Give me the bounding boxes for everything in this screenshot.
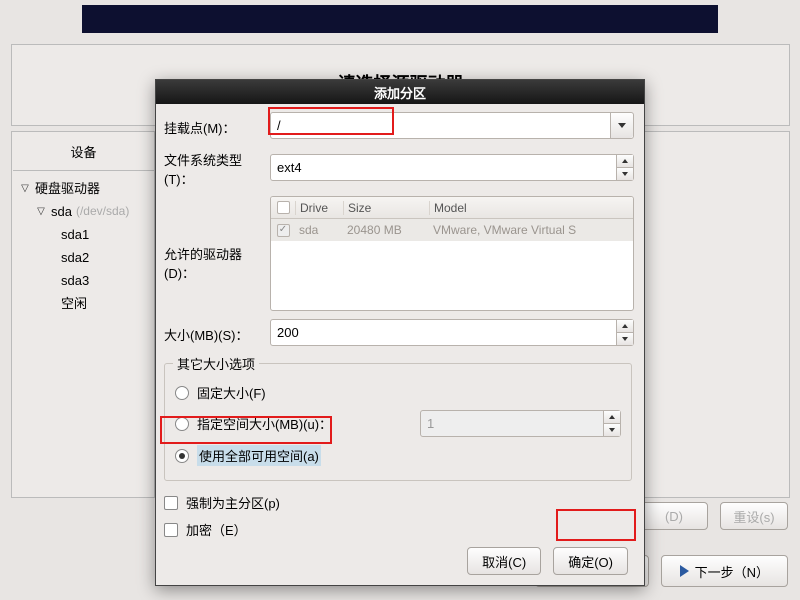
allowed-drives-table[interactable]: Drive Size Model ✓ sda 20480 MB VMware, …: [270, 196, 634, 311]
encrypt-checkbox[interactable]: 加密（E）: [162, 516, 634, 543]
label-mount: 挂载点(M)：: [162, 115, 270, 137]
combo-spinner[interactable]: [616, 155, 633, 180]
chevron-down-icon: [622, 172, 628, 176]
col-size: Size: [343, 201, 429, 215]
fstype-value: ext4: [277, 160, 302, 175]
mount-point-combo[interactable]: /: [270, 112, 634, 139]
drives-header: Drive Size Model: [271, 197, 633, 219]
chevron-down-icon: [618, 123, 626, 128]
drive-checkbox: ✓: [277, 224, 290, 237]
size-value: 200: [277, 325, 299, 340]
cancel-button[interactable]: 取消(C): [467, 547, 541, 575]
checkbox-icon: [164, 523, 178, 537]
force-primary-checkbox[interactable]: 强制为主分区(p): [162, 489, 634, 516]
check-icon: ✓: [279, 225, 287, 235]
mount-point-value: /: [277, 118, 281, 133]
add-partition-dialog: 添加分区 挂载点(M)： / 文件系统类型(T)： ext4: [155, 79, 645, 586]
label-drives: 允许的驱动器(D)：: [162, 196, 270, 282]
size-options-legend: 其它大小选项: [173, 354, 259, 373]
upto-spinner: [603, 411, 620, 436]
radio-fixed[interactable]: 固定大小(F): [173, 379, 623, 406]
ok-button[interactable]: 确定(O): [553, 547, 628, 575]
drive-size: 20480 MB: [343, 223, 429, 237]
upto-input: 1: [420, 410, 621, 437]
radio-upto[interactable]: 指定空间大小(MB)(u)： 1: [173, 406, 623, 441]
size-options-group: 其它大小选项 固定大小(F) 指定空间大小(MB)(u)： 1: [164, 354, 632, 481]
drive-name: sda: [295, 223, 343, 237]
size-input[interactable]: 200: [270, 319, 634, 346]
size-spinner[interactable]: [616, 320, 633, 345]
chevron-up-icon: [609, 415, 615, 419]
radio-icon: [175, 386, 189, 400]
label-size: 大小(MB)(S)：: [162, 322, 270, 344]
col-drive: Drive: [295, 201, 343, 215]
drives-row[interactable]: ✓ sda 20480 MB VMware, VMware Virtual S: [271, 219, 633, 241]
col-model: Model: [429, 201, 633, 215]
chevron-down-icon: [609, 428, 615, 432]
chevron-up-icon: [622, 159, 628, 163]
checkbox-header[interactable]: [277, 201, 290, 214]
drive-model: VMware, VMware Virtual S: [429, 223, 633, 237]
fstype-combo[interactable]: ext4: [270, 154, 634, 181]
dialog-title: 添加分区: [156, 80, 644, 104]
radio-fill[interactable]: 使用全部可用空间(a): [173, 441, 623, 470]
radio-icon: [175, 417, 189, 431]
modal-overlay: 添加分区 挂载点(M)： / 文件系统类型(T)： ext4: [0, 0, 800, 600]
checkbox-icon: [164, 496, 178, 510]
radio-fill-label: 使用全部可用空间(a): [197, 445, 321, 466]
chevron-down-icon: [622, 337, 628, 341]
label-fstype: 文件系统类型(T)：: [162, 147, 270, 188]
chevron-up-icon: [622, 324, 628, 328]
radio-icon-selected: [175, 449, 189, 463]
combo-dropdown-button[interactable]: [610, 113, 633, 138]
